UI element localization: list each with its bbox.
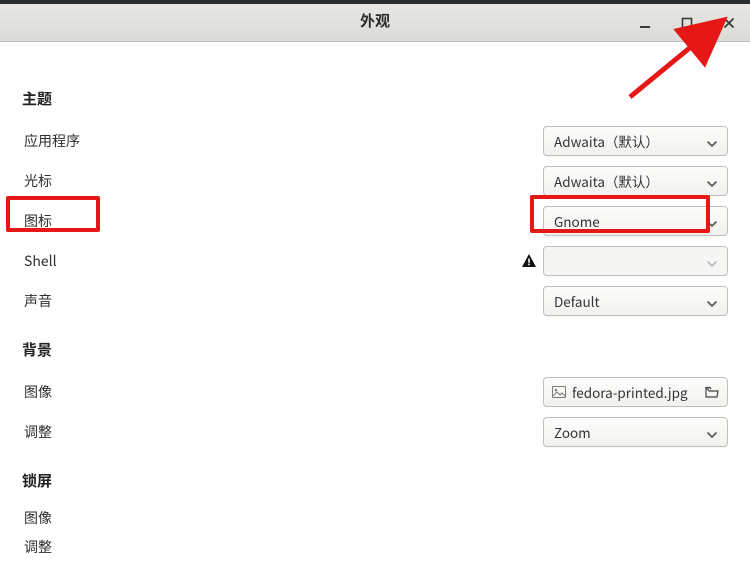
combo-app-theme[interactable]: Adwaita（默认） bbox=[543, 126, 728, 156]
chevron-down-icon bbox=[707, 211, 717, 231]
filechooser-bg-image-value: fedora-printed.jpg bbox=[572, 382, 688, 402]
maximize-button[interactable] bbox=[666, 4, 708, 41]
window-title: 外观 bbox=[360, 10, 390, 31]
combo-sound-theme-value: Default bbox=[554, 291, 600, 311]
filechooser-bg-image[interactable]: fedora-printed.jpg bbox=[543, 377, 728, 407]
warning-icon bbox=[521, 253, 537, 269]
row-bg-image: 图像 fedora-printed.jpg bbox=[22, 372, 728, 412]
row-lock-adjust: 调整 bbox=[22, 533, 728, 561]
window-controls bbox=[624, 4, 750, 41]
row-app-theme: 应用程序 Adwaita（默认） bbox=[22, 121, 728, 161]
label-icons-theme: 图标 bbox=[22, 211, 52, 231]
row-sound-theme: 声音 Default bbox=[22, 281, 728, 321]
row-bg-adjust: 调整 Zoom bbox=[22, 412, 728, 452]
row-lock-image: 图像 bbox=[22, 503, 728, 533]
row-icons-theme: 图标 Gnome bbox=[22, 201, 728, 241]
label-bg-adjust: 调整 bbox=[22, 422, 52, 442]
section-background-header: 背景 bbox=[22, 339, 728, 360]
image-icon bbox=[552, 382, 566, 402]
label-sound-theme: 声音 bbox=[22, 291, 52, 311]
combo-bg-adjust-value: Zoom bbox=[554, 422, 591, 442]
label-lock-adjust: 调整 bbox=[22, 537, 52, 557]
section-lockscreen-header: 锁屏 bbox=[22, 470, 728, 491]
combo-cursor-theme[interactable]: Adwaita（默认） bbox=[543, 166, 728, 196]
combo-app-theme-value: Adwaita（默认） bbox=[554, 131, 659, 151]
combo-sound-theme[interactable]: Default bbox=[543, 286, 728, 316]
minimize-button[interactable] bbox=[624, 4, 666, 41]
chevron-down-icon bbox=[707, 291, 717, 311]
titlebar: 外观 bbox=[0, 0, 750, 42]
label-shell-theme: Shell bbox=[22, 251, 57, 271]
content-area: 主题 应用程序 Adwaita（默认） 光标 Adwaita（默认） 图标 Gn… bbox=[0, 42, 750, 561]
label-lock-image: 图像 bbox=[22, 508, 52, 528]
chevron-down-icon bbox=[707, 171, 717, 191]
row-cursor-theme: 光标 Adwaita（默认） bbox=[22, 161, 728, 201]
combo-icons-theme-value: Gnome bbox=[554, 211, 600, 231]
label-cursor-theme: 光标 bbox=[22, 171, 52, 191]
close-button[interactable] bbox=[708, 4, 750, 41]
chevron-down-icon bbox=[707, 422, 717, 442]
label-app-theme: 应用程序 bbox=[22, 131, 80, 151]
combo-icons-theme[interactable]: Gnome bbox=[543, 206, 728, 236]
section-themes-header: 主题 bbox=[22, 88, 728, 109]
row-shell-theme: Shell bbox=[22, 241, 728, 281]
chevron-down-icon bbox=[707, 131, 717, 151]
label-bg-image: 图像 bbox=[22, 382, 52, 402]
chevron-down-icon bbox=[707, 251, 717, 271]
combo-bg-adjust[interactable]: Zoom bbox=[543, 417, 728, 447]
folder-open-icon bbox=[705, 382, 719, 402]
combo-shell-theme bbox=[543, 246, 728, 276]
combo-cursor-theme-value: Adwaita（默认） bbox=[554, 171, 659, 191]
